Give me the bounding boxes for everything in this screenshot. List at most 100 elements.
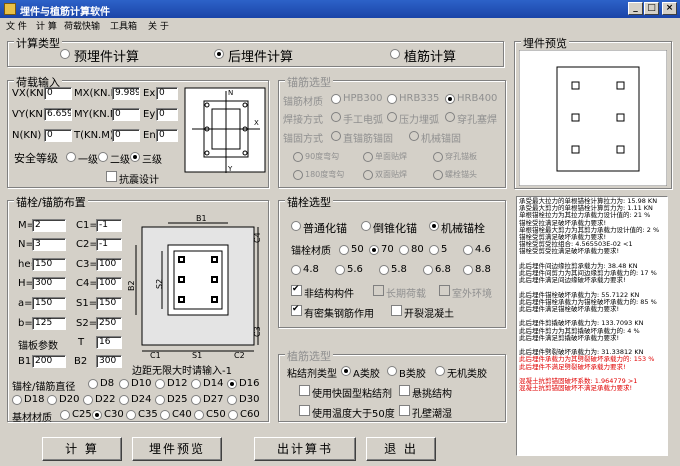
- long-term-load-checkbox[interactable]: 长期荷载: [373, 285, 426, 300]
- radio-single-weld[interactable]: 单面贴焊: [363, 151, 407, 162]
- menu-tools[interactable]: 工具箱: [110, 19, 137, 32]
- mx-input[interactable]: 9.989: [112, 87, 140, 100]
- b1-input[interactable]: 200: [32, 355, 66, 368]
- wet-hole-checkbox[interactable]: 孔壁潮湿: [399, 405, 452, 420]
- radio-glue-inorganic[interactable]: 无机类胶: [435, 365, 487, 380]
- menu-file[interactable]: 文 件: [6, 19, 27, 32]
- radio-double-weld[interactable]: 双面贴焊: [363, 169, 407, 180]
- radio-mech-bolt[interactable]: 机械锚栓: [429, 220, 485, 236]
- ex-input[interactable]: 0: [156, 87, 178, 100]
- results-textbox[interactable]: 承受最大拉力的单根锚栓计算拉力为: 15.98 KN 承受最大剪力的单根锚栓计算剪…: [516, 196, 668, 456]
- non-structural-checkbox[interactable]: 非结构构件: [291, 284, 354, 300]
- radio-hook-90[interactable]: 90度弯勾: [293, 151, 339, 162]
- b2-input[interactable]: 300: [96, 355, 122, 368]
- cracked-concrete-checkbox[interactable]: 开裂混凝土: [391, 305, 454, 320]
- radio-weld-plug[interactable]: 穿孔塞焊: [445, 111, 497, 126]
- s2-input[interactable]: 250: [96, 317, 122, 330]
- radio-d24[interactable]: D24: [119, 394, 151, 405]
- radio-grade-50[interactable]: 50: [339, 244, 364, 255]
- radio-c50[interactable]: C50: [194, 409, 226, 420]
- radio-grade-8-8[interactable]: 8.8: [463, 264, 491, 275]
- radio-d20[interactable]: D20: [47, 394, 79, 405]
- radio-d8[interactable]: D8: [88, 378, 114, 389]
- radio-bolt-head[interactable]: 螺栓锚头: [433, 169, 477, 180]
- radio-d16[interactable]: D16: [227, 378, 259, 389]
- radio-straight-anchor[interactable]: 直锚筋锚固: [331, 130, 393, 145]
- h-input[interactable]: 300: [32, 277, 66, 290]
- radio-grade-3-6[interactable]: 5: [429, 244, 447, 255]
- b-input[interactable]: 125: [32, 317, 66, 330]
- radio-c40[interactable]: C40: [160, 409, 192, 420]
- close-button[interactable]: ×: [662, 2, 677, 15]
- radio-d14[interactable]: D14: [191, 378, 223, 389]
- radio-hook-180[interactable]: 180度弯勾: [293, 169, 344, 180]
- exit-button[interactable]: 退 出: [366, 437, 436, 461]
- radio-d22[interactable]: D22: [83, 394, 115, 405]
- c4-input[interactable]: 100: [96, 277, 122, 290]
- radio-d27[interactable]: D27: [191, 394, 223, 405]
- radio-d25[interactable]: D25: [155, 394, 187, 405]
- radio-safety-2[interactable]: 二级: [98, 151, 130, 166]
- radio-perforated-plate[interactable]: 穿孔锚板: [433, 151, 477, 162]
- radio-hpb300[interactable]: HPB300: [331, 93, 383, 104]
- radio-chem-anchor[interactable]: 普通化锚: [291, 220, 347, 236]
- radio-grade-80[interactable]: 80: [399, 244, 424, 255]
- radio-grade-6-8[interactable]: 6.8: [423, 264, 451, 275]
- radio-embedded-calc[interactable]: 预埋件计算: [60, 46, 139, 65]
- m-input[interactable]: 2: [32, 219, 66, 232]
- menu-quick-load[interactable]: 荷载快输: [64, 19, 100, 32]
- c2-input[interactable]: -1: [96, 238, 122, 251]
- radio-c25[interactable]: C25: [60, 409, 92, 420]
- minimize-button[interactable]: _: [628, 2, 643, 15]
- radio-glue-b[interactable]: B类胶: [387, 365, 426, 380]
- radio-c60[interactable]: C60: [228, 409, 260, 420]
- t-input[interactable]: 0: [112, 129, 140, 142]
- radio-grade-5-6[interactable]: 5.6: [335, 264, 363, 275]
- dense-rebar-checkbox[interactable]: 有密集钢筋作用: [291, 304, 374, 320]
- outdoor-checkbox[interactable]: 室外环境: [439, 285, 492, 300]
- a-input[interactable]: 150: [32, 297, 66, 310]
- radio-d12[interactable]: D12: [155, 378, 187, 389]
- menu-about[interactable]: 关 于: [148, 19, 169, 32]
- radio-glue-a[interactable]: A类胶: [341, 365, 380, 380]
- seismic-checkbox[interactable]: 抗震设计: [106, 171, 159, 186]
- radio-grade-4-6[interactable]: 4.6: [463, 244, 491, 255]
- en-input[interactable]: 0: [156, 129, 178, 142]
- calculate-button[interactable]: 计 算: [42, 437, 122, 461]
- radio-grade-4-8[interactable]: 4.8: [291, 264, 319, 275]
- report-button[interactable]: 出计算书: [254, 437, 356, 461]
- radio-grade-5-8[interactable]: 5.8: [379, 264, 407, 275]
- menu-calc[interactable]: 计 算: [36, 19, 57, 32]
- my-input[interactable]: 0: [112, 108, 140, 121]
- radio-d18[interactable]: D18: [12, 394, 44, 405]
- maximize-button[interactable]: □: [644, 2, 659, 15]
- radio-c35[interactable]: C35: [126, 409, 158, 420]
- he-input[interactable]: 150: [32, 258, 66, 271]
- radio-rebar-calc[interactable]: 植筋计算: [390, 46, 456, 65]
- ey-input[interactable]: 0: [156, 108, 178, 121]
- radio-c30[interactable]: C30: [92, 409, 124, 420]
- high-temp-checkbox[interactable]: 使用温度大于50度: [299, 405, 395, 420]
- n-count-input[interactable]: 3: [32, 238, 66, 251]
- c3-input[interactable]: 100: [96, 258, 122, 271]
- radio-safety-1[interactable]: 一级: [66, 151, 98, 166]
- radio-safety-3[interactable]: 三级: [130, 151, 162, 166]
- plate-t-input[interactable]: 16: [96, 336, 122, 349]
- radio-hrb335[interactable]: HRB335: [387, 93, 439, 104]
- radio-weld-manual[interactable]: 手工电弧: [331, 111, 383, 126]
- radio-d10[interactable]: D10: [119, 378, 151, 389]
- preview-button[interactable]: 埋件预览: [132, 437, 222, 461]
- n-input[interactable]: 0: [44, 129, 72, 142]
- radio-mech-anchor[interactable]: 机械锚固: [409, 130, 461, 145]
- radio-weld-pressure[interactable]: 压力埋弧: [387, 111, 439, 126]
- vx-input[interactable]: 0: [44, 87, 72, 100]
- s1-input[interactable]: 150: [96, 297, 122, 310]
- radio-grade-70[interactable]: 70: [369, 244, 394, 255]
- cantilever-checkbox[interactable]: 悬挑结构: [399, 385, 452, 400]
- c1-input[interactable]: -1: [96, 219, 122, 232]
- vy-input[interactable]: 6.659: [44, 108, 72, 121]
- radio-post-embedded-calc[interactable]: 后埋件计算: [214, 46, 293, 65]
- radio-undercut-chem-anchor[interactable]: 倒锥化锚: [361, 220, 417, 236]
- radio-hrb400[interactable]: HRB400: [445, 93, 497, 104]
- fast-cure-checkbox[interactable]: 使用快固型粘结剂: [299, 385, 392, 400]
